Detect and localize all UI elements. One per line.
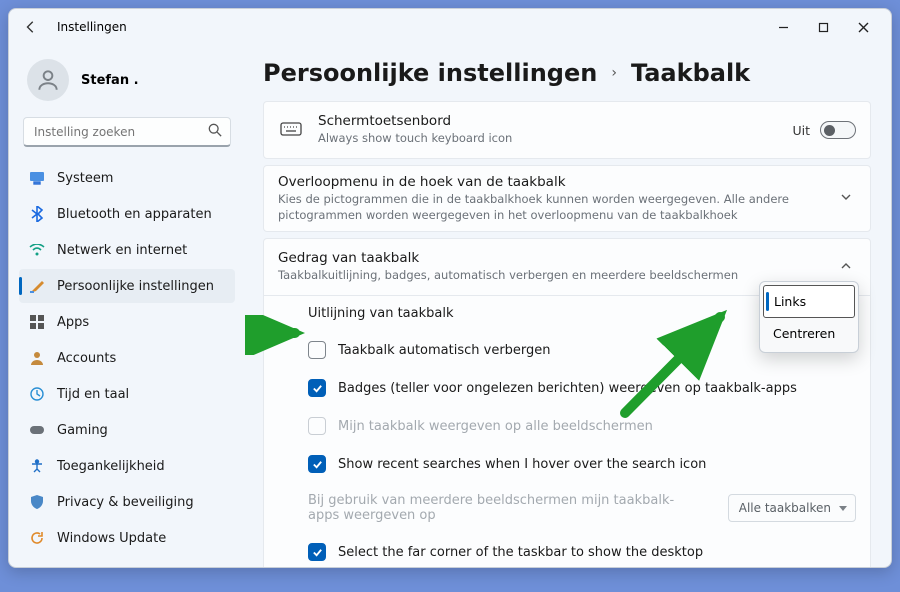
sidebar-item-tijd-en-taal[interactable]: Tijd en taal [19, 377, 235, 411]
card-overflow[interactable]: Overloopmenu in de hoek van de taakbalk … [263, 165, 871, 232]
titlebar: Instellingen [9, 9, 891, 45]
maximize-button[interactable] [803, 13, 843, 41]
wifi-icon [29, 242, 45, 258]
breadcrumb: Persoonlijke instellingen › Taakbalk [263, 53, 871, 101]
dropdown-centreren[interactable]: Centreren [763, 318, 855, 349]
opt-recentsearch-label: Show recent searches when I hover over t… [338, 457, 706, 472]
checkbox-multiscreen-show [308, 417, 326, 435]
touch-keyboard-subtitle: Always show touch keyboard icon [318, 131, 778, 147]
alignment-dropdown[interactable]: Links Centreren [759, 281, 859, 353]
overflow-subtitle: Kies de pictogrammen die in de taakbalkh… [278, 192, 822, 223]
sidebar: Stefan . Systeem Bluetooth en apparaten Ne… [9, 45, 245, 567]
opt-multiscreen-combine-label: Bij gebruik van meerdere beeldschermen m… [308, 493, 688, 523]
nav-list: Systeem Bluetooth en apparaten Netwerk en … [19, 161, 235, 555]
username: Stefan . [81, 73, 139, 88]
sidebar-item-gaming[interactable]: Gaming [19, 413, 235, 447]
checkbox-farcorner[interactable] [308, 543, 326, 561]
opt-multiscreen-show: Mijn taakbalk weergeven op alle beeldsch… [264, 407, 870, 445]
sidebar-item-windows-update[interactable]: Windows Update [19, 521, 235, 555]
person-icon [29, 350, 45, 366]
sidebar-item-label: Systeem [57, 171, 113, 186]
sidebar-item-netwerk-en-internet[interactable]: Netwerk en internet [19, 233, 235, 267]
sidebar-item-persoonlijke-instellingen[interactable]: Persoonlijke instellingen [19, 269, 235, 303]
dropdown-links[interactable]: Links [763, 285, 855, 318]
sidebar-item-apps[interactable]: Apps [19, 305, 235, 339]
search-icon [208, 122, 222, 141]
profile-block[interactable]: Stefan . [19, 53, 235, 111]
sidebar-item-label: Toegankelijkheid [57, 459, 165, 474]
sidebar-item-label: Gaming [57, 423, 108, 438]
sidebar-item-label: Apps [57, 315, 89, 330]
chevron-up-icon [836, 260, 856, 275]
main-content: Persoonlijke instellingen › Taakbalk Sch… [245, 45, 891, 567]
minimize-button[interactable] [763, 13, 803, 41]
grid-icon [29, 314, 45, 330]
sidebar-item-label: Windows Update [57, 531, 166, 546]
brush-icon [29, 278, 45, 294]
sidebar-item-label: Privacy & beveiliging [57, 495, 194, 510]
sidebar-item-privacy-beveiliging[interactable]: Privacy & beveiliging [19, 485, 235, 519]
checkbox-recentsearch[interactable] [308, 455, 326, 473]
behavior-subtitle: Taakbalkuitlijning, badges, automatisch … [278, 268, 822, 284]
search-field[interactable] [32, 124, 208, 140]
opt-badges-label: Badges (teller voor ongelezen berichten)… [338, 381, 797, 396]
opt-farcorner[interactable]: Select the far corner of the taskbar to … [264, 533, 870, 567]
update-icon [29, 530, 45, 546]
back-button[interactable] [17, 13, 45, 41]
window-title: Instellingen [57, 20, 127, 34]
opt-alignment-label: Uitlijning van taakbalk [308, 306, 453, 321]
opt-recentsearch[interactable]: Show recent searches when I hover over t… [264, 445, 870, 483]
search-input[interactable] [23, 117, 231, 147]
select-value: Alle taakbalken [739, 501, 831, 515]
sidebar-item-accounts[interactable]: Accounts [19, 341, 235, 375]
checkbox-badges[interactable] [308, 379, 326, 397]
toggle-state: Uit [792, 123, 810, 138]
breadcrumb-b: Taakbalk [631, 59, 750, 87]
checkbox-autohide[interactable] [308, 341, 326, 359]
chevron-right-icon: › [611, 65, 617, 81]
sidebar-item-label: Netwerk en internet [57, 243, 187, 258]
sidebar-item-systeem[interactable]: Systeem [19, 161, 235, 195]
close-button[interactable] [843, 13, 883, 41]
shield-icon [29, 494, 45, 510]
gamepad-icon [29, 422, 45, 438]
opt-multiscreen-show-label: Mijn taakbalk weergeven op alle beeldsch… [338, 419, 653, 434]
select-all-taskbars: Alle taakbalken [728, 494, 856, 522]
sidebar-item-toegankelijkheid[interactable]: Toegankelijkheid [19, 449, 235, 483]
settings-window: Instellingen Stefan . Systeem Bluetooth e… [8, 8, 892, 568]
touch-keyboard-title: Schermtoetsenbord [318, 113, 778, 129]
sidebar-item-label: Persoonlijke instellingen [57, 279, 214, 294]
card-touch-keyboard[interactable]: Schermtoetsenbord Always show touch keyb… [263, 101, 871, 159]
avatar [27, 59, 69, 101]
sidebar-item-label: Bluetooth en apparaten [57, 207, 212, 222]
chevron-down-icon [836, 191, 856, 206]
clock-icon [29, 386, 45, 402]
opt-badges[interactable]: Badges (teller voor ongelezen berichten)… [264, 369, 870, 407]
monitor-icon [29, 170, 45, 186]
accessibility-icon [29, 458, 45, 474]
opt-multiscreen-combine: Bij gebruik van meerdere beeldschermen m… [264, 483, 870, 533]
sidebar-item-bluetooth-en-apparaten[interactable]: Bluetooth en apparaten [19, 197, 235, 231]
opt-farcorner-label: Select the far corner of the taskbar to … [338, 545, 703, 560]
overflow-title: Overloopmenu in de hoek van de taakbalk [278, 174, 822, 190]
behavior-title: Gedrag van taakbalk [278, 250, 822, 266]
sidebar-item-label: Accounts [57, 351, 116, 366]
touch-keyboard-toggle[interactable] [820, 121, 856, 139]
bluetooth-icon [29, 206, 45, 222]
sidebar-item-label: Tijd en taal [57, 387, 129, 402]
keyboard-icon [278, 122, 304, 138]
opt-autohide-label: Taakbalk automatisch verbergen [338, 343, 551, 358]
breadcrumb-a[interactable]: Persoonlijke instellingen [263, 59, 597, 87]
